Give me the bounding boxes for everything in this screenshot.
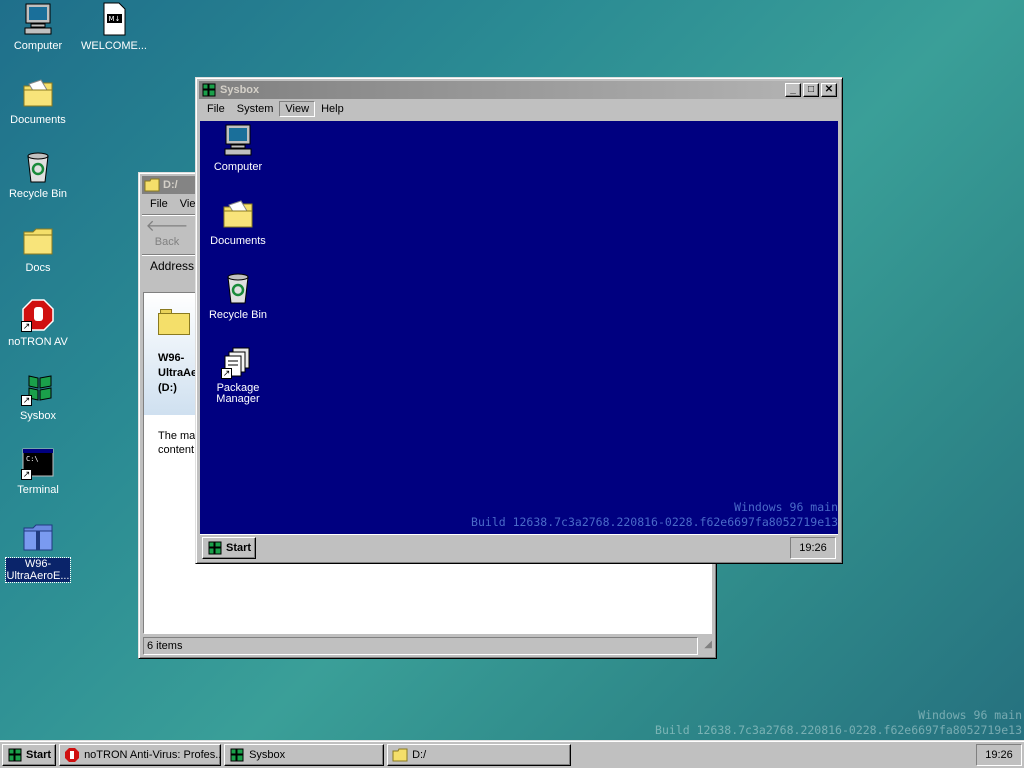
desktop-icon-label: noTRON AV bbox=[8, 336, 68, 348]
shortcut-arrow-icon: ↗ bbox=[21, 321, 32, 332]
task-notron-av[interactable]: noTRON Anti-Virus: Profes... bbox=[59, 743, 222, 766]
sysbox-watermark: Windows 96 main Build 12638.7c3a2768.220… bbox=[471, 500, 838, 530]
menu-file[interactable]: File bbox=[144, 196, 174, 212]
menu-help[interactable]: Help bbox=[315, 101, 350, 117]
desktop-icon-label: Documents bbox=[10, 114, 66, 126]
computer-icon bbox=[221, 123, 255, 157]
sysbox-screen[interactable]: Computer Documents Recycle Bin ↗ Package… bbox=[200, 121, 838, 534]
desktop-icon-computer[interactable]: Computer bbox=[0, 2, 76, 52]
windows-flag-icon bbox=[7, 748, 23, 762]
info-pane: W96- UltraAe (D:) bbox=[144, 293, 202, 415]
windows-flag-icon bbox=[229, 748, 245, 762]
recycle-bin-icon bbox=[221, 271, 255, 305]
computer-icon bbox=[21, 2, 55, 36]
task-explorer-d[interactable]: D:/ bbox=[387, 743, 572, 766]
svg-text:M↓: M↓ bbox=[109, 15, 121, 23]
sysbox-icon-documents[interactable]: Documents bbox=[200, 197, 276, 247]
task-label: D:/ bbox=[412, 748, 427, 761]
sysbox-clock: 19:26 bbox=[790, 537, 836, 559]
drive-description: The mai content bbox=[158, 430, 198, 456]
desktop-icon-label: W96- UltraAeroE... bbox=[4, 557, 72, 583]
minimize-button[interactable]: _ bbox=[785, 83, 801, 97]
desktop-icon-terminal[interactable]: C:\ ↗ Terminal bbox=[0, 446, 76, 496]
sysbox-icon-label: Computer bbox=[213, 161, 263, 173]
desktop-icon-label: Docs bbox=[25, 262, 51, 274]
desktop-icon-label: Terminal bbox=[17, 484, 59, 496]
close-button[interactable]: ✕ bbox=[821, 83, 837, 97]
documents-folder-icon bbox=[221, 197, 255, 231]
desktop-icon-documents[interactable]: Documents bbox=[0, 76, 76, 126]
desktop-icon-label: WELCOME... bbox=[80, 40, 147, 52]
shortcut-arrow-icon: ↗ bbox=[21, 469, 32, 480]
sysbox-window[interactable]: Sysbox _ □ ✕ File System View Help Compu… bbox=[195, 77, 843, 564]
resize-grip-icon[interactable]: ◢ bbox=[698, 639, 712, 653]
shortcut-arrow-icon: ↗ bbox=[21, 395, 32, 406]
desktop-icon-label: Recycle Bin bbox=[8, 188, 68, 200]
back-button[interactable]: 🡐 Back bbox=[144, 218, 190, 252]
sysbox-icon-recycle-bin[interactable]: Recycle Bin bbox=[200, 271, 276, 321]
stop-hand-icon bbox=[64, 747, 80, 763]
start-button[interactable]: Start bbox=[2, 743, 57, 766]
menu-system[interactable]: System bbox=[231, 101, 280, 117]
desktop-icon-notron-av[interactable]: ↗ noTRON AV bbox=[0, 298, 76, 348]
desktop-icon-sysbox[interactable]: ↗ Sysbox bbox=[0, 372, 76, 422]
maximize-button[interactable]: □ bbox=[803, 83, 819, 97]
documents-folder-icon bbox=[21, 76, 55, 110]
clock-text: 19:26 bbox=[799, 542, 827, 554]
menu-file[interactable]: File bbox=[201, 101, 231, 117]
desktop-icon-docs[interactable]: Docs bbox=[0, 224, 76, 274]
watermark-line: Build 12638.7c3a2768.220816-0228.f62e669… bbox=[655, 723, 1022, 737]
drive-title: W96- UltraAe (D:) bbox=[158, 352, 198, 394]
start-label: Start bbox=[226, 542, 252, 554]
package-manager-icon: ↗ bbox=[221, 345, 255, 379]
sysbox-start-button[interactable]: Start bbox=[202, 537, 257, 559]
address-label: Address bbox=[150, 258, 195, 273]
desktop-watermark: Windows 96 main Build 12638.7c3a2768.220… bbox=[655, 708, 1022, 738]
sysbox-icon-label: Documents bbox=[210, 235, 266, 247]
folder-icon bbox=[392, 748, 408, 762]
recycle-bin-icon bbox=[21, 150, 55, 184]
folder-icon bbox=[144, 178, 160, 192]
svg-text:C:\: C:\ bbox=[26, 455, 39, 463]
drive-folder-icon bbox=[158, 309, 190, 335]
task-label: Sysbox bbox=[249, 748, 286, 761]
sysbox-icon-label: Recycle Bin bbox=[208, 309, 268, 321]
zip-folder-icon bbox=[21, 520, 55, 554]
windows-flag-icon: ↗ bbox=[21, 372, 55, 406]
taskbar: Start noTRON Anti-Virus: Profes... Sysbo… bbox=[0, 740, 1024, 768]
watermark-line: Build 12638.7c3a2768.220816-0228.f62e669… bbox=[471, 515, 838, 529]
watermark-line: Windows 96 main bbox=[734, 500, 838, 514]
status-text: 6 items bbox=[143, 637, 698, 655]
explorer-statusbar: 6 items ◢ bbox=[143, 637, 712, 655]
menu-view[interactable]: View bbox=[279, 101, 316, 117]
terminal-icon: C:\ ↗ bbox=[21, 446, 55, 480]
desktop-icon-w96-drive[interactable]: W96- UltraAeroE... bbox=[0, 520, 76, 583]
system-tray-clock: 19:26 bbox=[976, 743, 1022, 766]
task-sysbox[interactable]: Sysbox bbox=[224, 743, 385, 766]
desktop-icon-label: Sysbox bbox=[19, 410, 57, 422]
sysbox-menubar: File System View Help bbox=[199, 99, 839, 119]
shortcut-arrow-icon: ↗ bbox=[221, 368, 232, 379]
back-label: Back bbox=[154, 236, 180, 248]
sysbox-icon-label: Package Manager bbox=[216, 382, 260, 405]
desktop-icon-label: Computer bbox=[13, 40, 63, 52]
stop-hand-icon: ↗ bbox=[21, 298, 55, 332]
clock-text: 19:26 bbox=[985, 748, 1013, 761]
markdown-file-icon: M↓ bbox=[97, 2, 131, 36]
task-label: noTRON Anti-Virus: Profes... bbox=[84, 748, 222, 761]
desktop-icon-recycle-bin[interactable]: Recycle Bin bbox=[0, 150, 76, 200]
windows-flag-icon bbox=[207, 541, 223, 555]
desktop-icon-welcome[interactable]: M↓ WELCOME... bbox=[76, 2, 152, 52]
sysbox-taskbar: Start 19:26 bbox=[200, 534, 838, 561]
sysbox-titlebar[interactable]: Sysbox _ □ ✕ bbox=[199, 81, 839, 99]
watermark-line: Windows 96 main bbox=[918, 708, 1022, 722]
sysbox-icon-package-manager[interactable]: ↗ Package Manager bbox=[200, 345, 276, 405]
windows-flag-icon bbox=[201, 83, 217, 97]
sysbox-icon-computer[interactable]: Computer bbox=[200, 123, 276, 173]
window-title: Sysbox bbox=[220, 84, 260, 96]
start-label: Start bbox=[26, 748, 52, 761]
folder-icon bbox=[21, 224, 55, 258]
back-arrow-icon: 🡐 bbox=[145, 218, 189, 235]
